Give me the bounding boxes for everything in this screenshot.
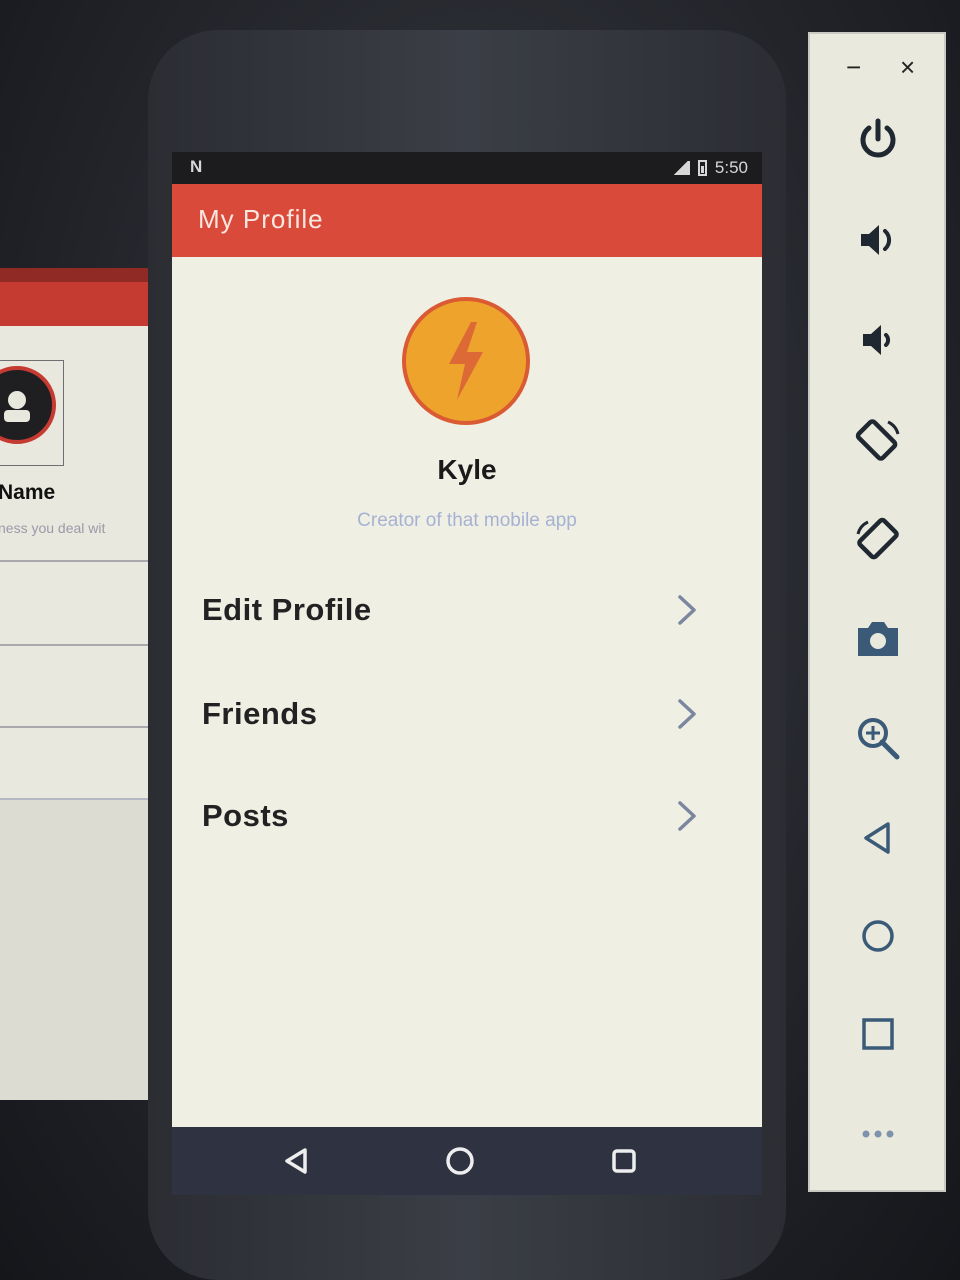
power-button[interactable]	[848, 110, 908, 170]
app-bar: My Profile	[172, 184, 762, 257]
status-time: 5:50	[714, 158, 748, 177]
rotate-right-icon	[856, 517, 899, 560]
emulator-home-button[interactable]	[848, 906, 908, 966]
menu-item-posts[interactable]: Posts	[172, 774, 762, 864]
minimize-button[interactable]: −	[846, 52, 861, 83]
background-field-hint: ness you deal wit	[0, 520, 106, 536]
notification-icon: N	[190, 157, 203, 176]
menu-item-friends[interactable]: Friends	[172, 672, 762, 762]
menu-item-edit-profile[interactable]: Edit Profile	[172, 568, 762, 658]
divider	[0, 560, 148, 562]
more-icon	[862, 1130, 894, 1138]
overview-icon	[612, 1149, 636, 1173]
menu-item-label: Friends	[202, 696, 318, 731]
chevron-right-icon	[678, 801, 696, 831]
lightning-bolt-icon	[449, 322, 483, 400]
background-field-label: Name	[0, 481, 56, 504]
zoom-button[interactable]	[848, 708, 908, 768]
volume-down-icon	[863, 325, 891, 355]
rotate-right-button[interactable]	[848, 510, 908, 570]
battery-icon	[697, 160, 707, 176]
chevron-right-icon	[678, 595, 696, 625]
profile-bio: Creator of that mobile app	[357, 510, 577, 531]
divider	[0, 644, 148, 646]
home-icon	[446, 1147, 474, 1175]
menu-item-label: Edit Profile	[202, 592, 372, 627]
more-button[interactable]	[848, 1104, 908, 1164]
chevron-right-icon	[678, 699, 696, 729]
signal-icon	[671, 161, 690, 175]
rotate-left-button[interactable]	[848, 410, 908, 470]
navigation-bar	[172, 1127, 762, 1195]
volume-up-button[interactable]	[848, 210, 908, 270]
home-icon	[862, 920, 894, 952]
status-bar: N 5:50	[172, 152, 762, 184]
back-icon	[864, 822, 890, 854]
overview-icon	[862, 1018, 894, 1050]
menu-item-label: Posts	[202, 798, 289, 833]
zoom-icon	[858, 718, 900, 760]
avatar[interactable]	[402, 297, 530, 425]
camera-icon	[858, 622, 898, 656]
volume-down-button[interactable]	[848, 310, 908, 370]
page-title: My Profile	[198, 204, 324, 234]
back-icon	[285, 1148, 307, 1174]
background-avatar-icon	[0, 366, 56, 444]
home-button[interactable]	[440, 1141, 480, 1181]
emulator-toolbar: − ×	[808, 32, 946, 1192]
power-icon	[860, 118, 896, 158]
emulator-back-button[interactable]	[848, 808, 908, 868]
emulator-overview-button[interactable]	[848, 1004, 908, 1064]
background-window: Name ness you deal wit	[0, 268, 148, 1100]
back-button[interactable]	[276, 1141, 316, 1181]
close-button[interactable]: ×	[900, 52, 915, 83]
profile-name: Kyle	[437, 454, 497, 485]
phone-screen: N 5:50 My Profile Kyle Creator of that m…	[172, 152, 762, 1195]
background-window-footer	[0, 800, 148, 1100]
screenshot-button[interactable]	[848, 608, 908, 668]
rotate-left-icon	[855, 419, 900, 461]
volume-up-icon	[861, 225, 892, 255]
divider	[0, 726, 148, 728]
background-app-bar-shadow	[0, 268, 148, 282]
overview-button[interactable]	[604, 1141, 644, 1181]
